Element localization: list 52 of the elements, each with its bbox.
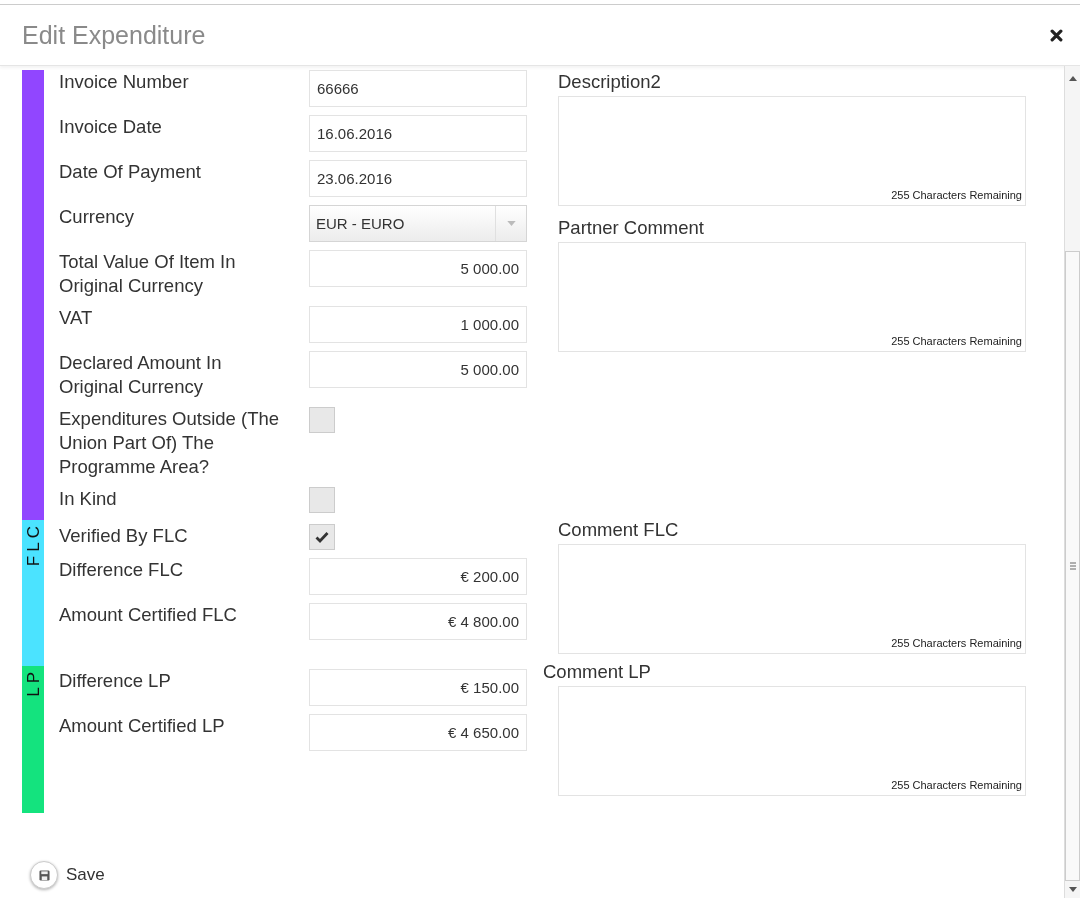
input-field[interactable]: 66666: [309, 70, 527, 107]
caret-icon: [506, 221, 516, 226]
currency-dropdown[interactable]: EUR - EURO: [309, 205, 527, 242]
checkbox[interactable]: [309, 487, 335, 513]
input-field[interactable]: € 200.00: [309, 558, 527, 595]
section-label: FLC: [24, 522, 44, 567]
comment-label: Description2: [558, 70, 662, 94]
input-field[interactable]: 16.06.2016: [309, 115, 527, 152]
floppy-disk-icon: [30, 861, 58, 889]
field-label: Expenditures Outside (The Union Part Of) The Programme Area?: [59, 407, 281, 479]
scroll-up-icon[interactable]: [1068, 76, 1077, 81]
input-field[interactable]: € 4 800.00: [309, 603, 527, 640]
check-icon: [315, 531, 329, 543]
field-label: Difference LP: [59, 669, 172, 693]
field-label: Amount Certified LP: [59, 714, 226, 738]
input-field[interactable]: 1 000.00: [309, 306, 527, 343]
comment-label: Comment LP: [543, 660, 652, 684]
input-field[interactable]: € 150.00: [309, 669, 527, 706]
input-field[interactable]: 5 000.00: [309, 351, 527, 388]
checkbox[interactable]: [309, 407, 335, 433]
field-label: VAT: [59, 306, 94, 330]
dialog-title: Edit Expenditure: [22, 20, 206, 50]
character-counter: 255 Characters Remaining: [891, 779, 1022, 791]
input-field[interactable]: € 4 650.00: [309, 714, 527, 751]
field-label: Verified By FLC: [59, 524, 189, 548]
field-label: Amount Certified FLC: [59, 603, 238, 627]
character-counter: 255 Characters Remaining: [891, 335, 1022, 347]
section-label: LP: [24, 668, 44, 697]
field-label: Currency: [59, 205, 136, 229]
field-label: Invoice Date: [59, 115, 163, 139]
checkbox[interactable]: [309, 524, 335, 550]
field-label: In Kind: [59, 487, 118, 511]
grip-icon: [1069, 562, 1076, 570]
scrollbar[interactable]: [1064, 66, 1080, 898]
comment-textarea[interactable]: 255 Characters Remaining: [558, 686, 1026, 796]
comment-label: Partner Comment: [558, 216, 705, 240]
field-label: Difference FLC: [59, 558, 185, 582]
comment-textarea[interactable]: 255 Characters Remaining: [558, 96, 1026, 206]
field-label: Date Of Payment: [59, 160, 202, 184]
field-label: Invoice Number: [59, 70, 190, 94]
comment-textarea[interactable]: 255 Characters Remaining: [558, 242, 1026, 352]
comment-textarea[interactable]: 255 Characters Remaining: [558, 544, 1026, 654]
save-button[interactable]: Save: [30, 861, 105, 889]
close-icon[interactable]: [1050, 28, 1063, 42]
input-field[interactable]: 5 000.00: [309, 250, 527, 287]
input-field[interactable]: 23.06.2016: [309, 160, 527, 197]
character-counter: 255 Characters Remaining: [891, 637, 1022, 649]
comment-label: Comment FLC: [558, 518, 680, 542]
scroll-down-icon[interactable]: [1068, 887, 1077, 892]
field-label: Declared Amount In Original Currency: [59, 351, 223, 399]
character-counter: 255 Characters Remaining: [891, 189, 1022, 201]
field-label: Total Value Of Item In Original Currency: [59, 250, 237, 298]
